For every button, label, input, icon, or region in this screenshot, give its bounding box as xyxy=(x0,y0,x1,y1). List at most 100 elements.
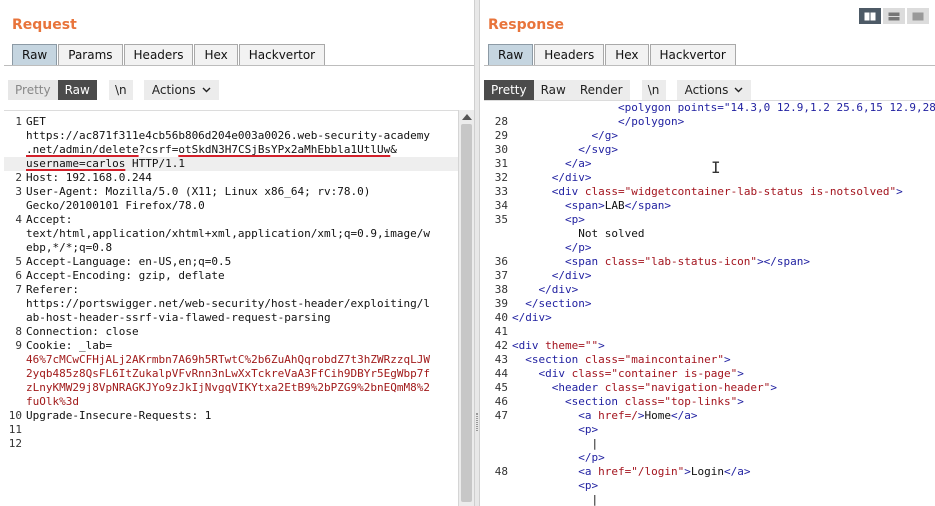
actions-dropdown[interactable]: Actions xyxy=(143,80,219,100)
divider-grip-icon[interactable] xyxy=(476,413,478,431)
tab-hackvertor[interactable]: Hackvertor xyxy=(649,44,736,66)
line-number xyxy=(4,143,22,157)
code-line[interactable]: .net/admin/delete?csrf=otSkdN3H7CSjBsYPx… xyxy=(4,143,458,157)
code-line[interactable]: 9 Cookie: _lab= xyxy=(4,339,458,353)
code-line[interactable]: 4 Accept: xyxy=(4,213,458,227)
code-line[interactable]: 46%7cMCwCFHjALj2AKrmbn7A69h5RTwtC%2b6ZuA… xyxy=(4,353,458,367)
code-token: Accept-Language: en-US,en;q=0.5 xyxy=(26,255,232,268)
newline-toggle-button[interactable]: \n xyxy=(108,80,133,100)
line-content xyxy=(22,437,26,451)
code-line[interactable]: username=carlos HTTP/1.1 xyxy=(4,157,458,171)
code-line[interactable]: </p> xyxy=(484,241,935,255)
code-line[interactable]: 2 Host: 192.168.0.244 xyxy=(4,171,458,185)
code-line[interactable]: | xyxy=(484,437,935,451)
code-line[interactable]: <polygon points="14.3,0 12.9,1.2 25.6,15… xyxy=(484,101,935,115)
code-line[interactable]: 47 <a href=/>Home</a> xyxy=(484,409,935,423)
tab-headers[interactable]: Headers xyxy=(534,44,605,66)
code-token: User-Agent: Mozilla/5.0 (X11; Linux x86_… xyxy=(26,185,371,198)
line-content: </a> xyxy=(508,157,592,171)
code-line[interactable]: 31 </a> xyxy=(484,157,935,171)
code-line[interactable]: 2yqb485z8QsFL6ItZukalpVFvRnn3nLwXxTckreV… xyxy=(4,367,458,381)
line-content: text/html,application/xhtml+xml,applicat… xyxy=(22,227,430,241)
newline-toggle-button[interactable]: \n xyxy=(641,80,666,100)
code-line[interactable]: 12 xyxy=(4,437,458,451)
line-number: 45 xyxy=(494,381,508,394)
request-editor[interactable]: 1 GET https://ac871f311e4cb56b806d204e003a… xyxy=(4,110,458,506)
code-token: <div xyxy=(512,185,585,198)
code-line[interactable]: 38 </div> xyxy=(484,283,935,297)
code-line[interactable]: 48 <a href="/login">Login</a> xyxy=(484,465,935,479)
code-line[interactable]: 37 </div> xyxy=(484,269,935,283)
code-line[interactable]: 30 </svg> xyxy=(484,143,935,157)
tab-hex[interactable]: Hex xyxy=(605,44,649,66)
code-line[interactable]: </p> xyxy=(484,451,935,465)
code-line[interactable]: 42 <div theme=""> xyxy=(484,339,935,353)
code-line[interactable]: 41 xyxy=(484,325,935,339)
code-token: href= xyxy=(598,409,632,422)
code-line[interactable]: https://portswigger.net/web-security/hos… xyxy=(4,297,458,311)
code-line[interactable]: 11 xyxy=(4,423,458,437)
code-line[interactable]: <p> xyxy=(484,423,935,437)
tab-headers[interactable]: Headers xyxy=(123,44,194,66)
horizontal-split-icon[interactable] xyxy=(883,8,905,24)
code-line[interactable]: 33 <div class="widgetcontainer-lab-statu… xyxy=(484,185,935,199)
side-by-side-icon[interactable] xyxy=(859,8,881,24)
line-number xyxy=(4,381,22,395)
raw-button[interactable]: Raw xyxy=(57,80,97,100)
code-line[interactable]: 8 Connection: close xyxy=(4,325,458,339)
response-editor[interactable]: <polygon points="14.3,0 12.9,1.2 25.6,15… xyxy=(484,100,935,506)
tab-hex[interactable]: Hex xyxy=(194,44,238,66)
code-line[interactable]: 44 <div class="container is-page"> xyxy=(484,367,935,381)
request-scrollbar[interactable] xyxy=(458,110,474,506)
code-line[interactable]: 34 <span>LAB</span> xyxy=(484,199,935,213)
code-line[interactable]: 40 </div> xyxy=(484,311,935,325)
code-line[interactable]: fuOlk%3d xyxy=(4,395,458,409)
code-line[interactable]: 45 <header class="navigation-header"> xyxy=(484,381,935,395)
pretty-button[interactable]: Pretty xyxy=(484,80,534,100)
raw-button[interactable]: Raw xyxy=(533,80,573,100)
code-line[interactable]: 29 </g> xyxy=(484,129,935,143)
code-line[interactable]: https://ac871f311e4cb56b806d204e003a0026… xyxy=(4,129,458,143)
scroll-up-icon[interactable] xyxy=(462,114,472,120)
line-number: 12 xyxy=(8,437,22,450)
code-line[interactable]: 1 GET xyxy=(4,115,458,129)
code-line[interactable]: 28 </polygon> xyxy=(484,115,935,129)
actions-label: Actions xyxy=(684,83,729,97)
code-line[interactable]: ab-host-header-ssrf-via-flawed-request-p… xyxy=(4,311,458,325)
code-token: </p> xyxy=(512,451,605,464)
code-line[interactable]: 39 </section> xyxy=(484,297,935,311)
code-line[interactable]: 36 <span class="lab-status-icon"></span> xyxy=(484,255,935,269)
code-line[interactable]: | xyxy=(484,493,935,506)
code-token: <a xyxy=(512,409,599,422)
code-line[interactable]: 43 <section class="maincontainer"> xyxy=(484,353,935,367)
single-view-icon[interactable] xyxy=(907,8,929,24)
pretty-button[interactable]: Pretty xyxy=(8,80,58,100)
line-number: 31 xyxy=(494,157,508,170)
render-button[interactable]: Render xyxy=(572,80,630,100)
line-content: ebp,*/*;q=0.8 xyxy=(22,241,112,255)
code-line[interactable]: Gecko/20100101 Firefox/78.0 xyxy=(4,199,458,213)
tab-hackvertor[interactable]: Hackvertor xyxy=(238,44,326,66)
code-line[interactable]: ebp,*/*;q=0.8 xyxy=(4,241,458,255)
tab-raw[interactable]: Raw xyxy=(12,44,58,66)
line-number xyxy=(4,241,22,255)
code-line[interactable]: 5 Accept-Language: en-US,en;q=0.5 xyxy=(4,255,458,269)
code-line[interactable]: 10 Upgrade-Insecure-Requests: 1 xyxy=(4,409,458,423)
tab-params[interactable]: Params xyxy=(58,44,123,66)
code-line[interactable]: 46 <section class="top-links"> xyxy=(484,395,935,409)
scrollbar-thumb[interactable] xyxy=(461,124,472,502)
code-line[interactable]: 3 User-Agent: Mozilla/5.0 (X11; Linux x86… xyxy=(4,185,458,199)
code-line[interactable]: 7 Referer: xyxy=(4,283,458,297)
code-line[interactable]: <p> xyxy=(484,479,935,493)
code-line[interactable]: 6 Accept-Encoding: gzip, deflate xyxy=(4,269,458,283)
line-number: 42 xyxy=(494,339,508,352)
code-line[interactable]: text/html,application/xhtml+xml,applicat… xyxy=(4,227,458,241)
code-token: <header xyxy=(512,381,605,394)
code-line[interactable]: zLnyKMW29j8VpNRAGKJYo9zJkIjNvgqVIKYtxa2E… xyxy=(4,381,458,395)
code-line[interactable]: 35 <p> xyxy=(484,213,935,227)
code-line[interactable]: Not solved xyxy=(484,227,935,241)
tab-raw[interactable]: Raw xyxy=(488,44,534,66)
code-token: Accept-Encoding: gzip, deflate xyxy=(26,269,225,282)
code-line[interactable]: 32 </div> xyxy=(484,171,935,185)
actions-dropdown[interactable]: Actions xyxy=(676,80,752,100)
